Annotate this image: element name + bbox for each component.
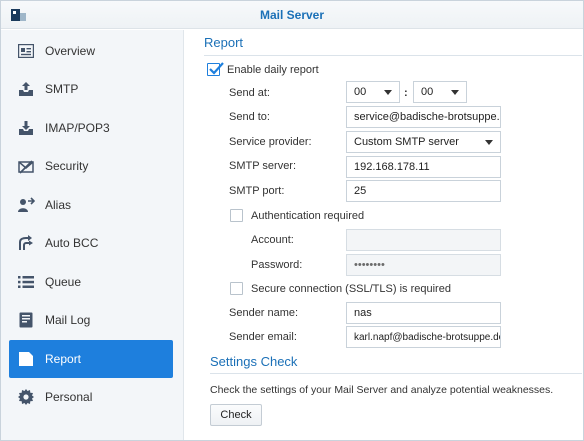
secure-connection-checkbox[interactable] [230,282,243,295]
sidebar-item-label: Overview [45,44,96,58]
sidebar-item-label: Security [45,159,89,173]
section-divider [210,373,582,374]
secure-connection-label: Secure connection (SSL/TLS) is required [251,283,451,295]
sidebar-item-label: Personal [45,390,93,404]
sidebar: Overview SMTP IMAP/POP3 Security Alias A… [1,30,184,440]
service-provider-value: Custom SMTP server [354,136,459,148]
mail-log-icon [17,311,35,329]
settings-check-description: Check the settings of your Mail Server a… [210,384,554,396]
check-button[interactable]: Check [210,404,262,426]
sidebar-item-imap-pop3[interactable]: IMAP/POP3 [9,109,173,147]
outbox-icon [17,80,35,98]
sender-name-input[interactable]: nas [346,302,501,324]
service-provider-label: Service provider: [229,136,312,148]
chevron-down-icon [451,90,459,95]
smtp-server-label: SMTP server: [229,160,297,172]
inbox-icon [17,119,35,137]
service-provider-select[interactable]: Custom SMTP server [346,131,501,153]
sidebar-item-overview[interactable]: Overview [9,32,173,70]
authentication-required-label: Authentication required [251,210,365,222]
sender-email-label: Sender email: [229,331,297,343]
send-at-minute-select[interactable]: 00 [413,81,467,103]
sidebar-item-label: Auto BCC [45,236,99,250]
sidebar-item-label: Alias [45,198,72,212]
account-input[interactable] [346,229,501,251]
title-bar: Mail Server [1,1,583,29]
time-separator: : [404,87,408,99]
sidebar-item-personal[interactable]: Personal [9,378,173,416]
send-at-label: Send at: [229,87,270,99]
sidebar-item-queue[interactable]: Queue [9,263,173,301]
enable-daily-report-checkbox[interactable] [207,62,224,76]
sidebar-item-label: Queue [45,275,82,289]
sidebar-item-label: Mail Log [45,313,91,327]
sidebar-item-label: SMTP [45,82,79,96]
sidebar-item-auto-bcc[interactable]: Auto BCC [9,224,173,262]
sender-email-input[interactable]: karl.napf@badische-brotsuppe.de [346,326,501,348]
sidebar-item-security[interactable]: Security [9,147,173,185]
sidebar-item-smtp[interactable]: SMTP [9,70,173,108]
send-to-input[interactable]: service@badische-brotsuppe.de [346,106,501,128]
section-divider [204,55,582,56]
account-label: Account: [251,234,294,246]
report-section-title: Report [204,35,244,50]
authentication-required-checkbox[interactable] [230,209,243,222]
report-panel: Report Enable daily report Send at: 00 :… [185,30,583,440]
checkmark-icon [209,62,224,75]
overview-icon [17,42,35,60]
window-title: Mail Server [259,8,325,22]
password-input[interactable]: •••••••• [346,254,501,276]
sidebar-item-label: IMAP/POP3 [45,121,110,135]
sidebar-item-report[interactable]: Report [9,340,173,378]
password-label: Password: [251,259,303,271]
report-icon [17,350,35,368]
enable-daily-report-label: Enable daily report [227,64,319,76]
queue-icon [17,273,35,291]
auto-bcc-icon [17,234,35,252]
settings-check-section-title: Settings Check [210,354,298,369]
smtp-port-input[interactable]: 25 [346,180,501,202]
gear-icon [17,388,35,406]
chevron-down-icon [485,140,493,145]
send-at-hour-select[interactable]: 00 [346,81,400,103]
chevron-down-icon [384,90,392,95]
sender-name-label: Sender name: [229,307,299,319]
sidebar-item-mail-log[interactable]: Mail Log [9,301,173,339]
security-icon [17,157,35,175]
sidebar-item-alias[interactable]: Alias [9,186,173,224]
alias-icon [17,196,35,214]
smtp-port-label: SMTP port: [229,185,285,197]
smtp-server-input[interactable]: 192.168.178.11 [346,156,501,178]
send-to-label: Send to: [229,111,270,123]
sidebar-item-label: Report [45,352,82,366]
mail-server-window: Mail Server Overview SMTP IMAP/POP3 Secu… [0,0,584,441]
send-at-hour-value: 00 [354,86,367,98]
send-at-minute-value: 00 [421,86,434,98]
